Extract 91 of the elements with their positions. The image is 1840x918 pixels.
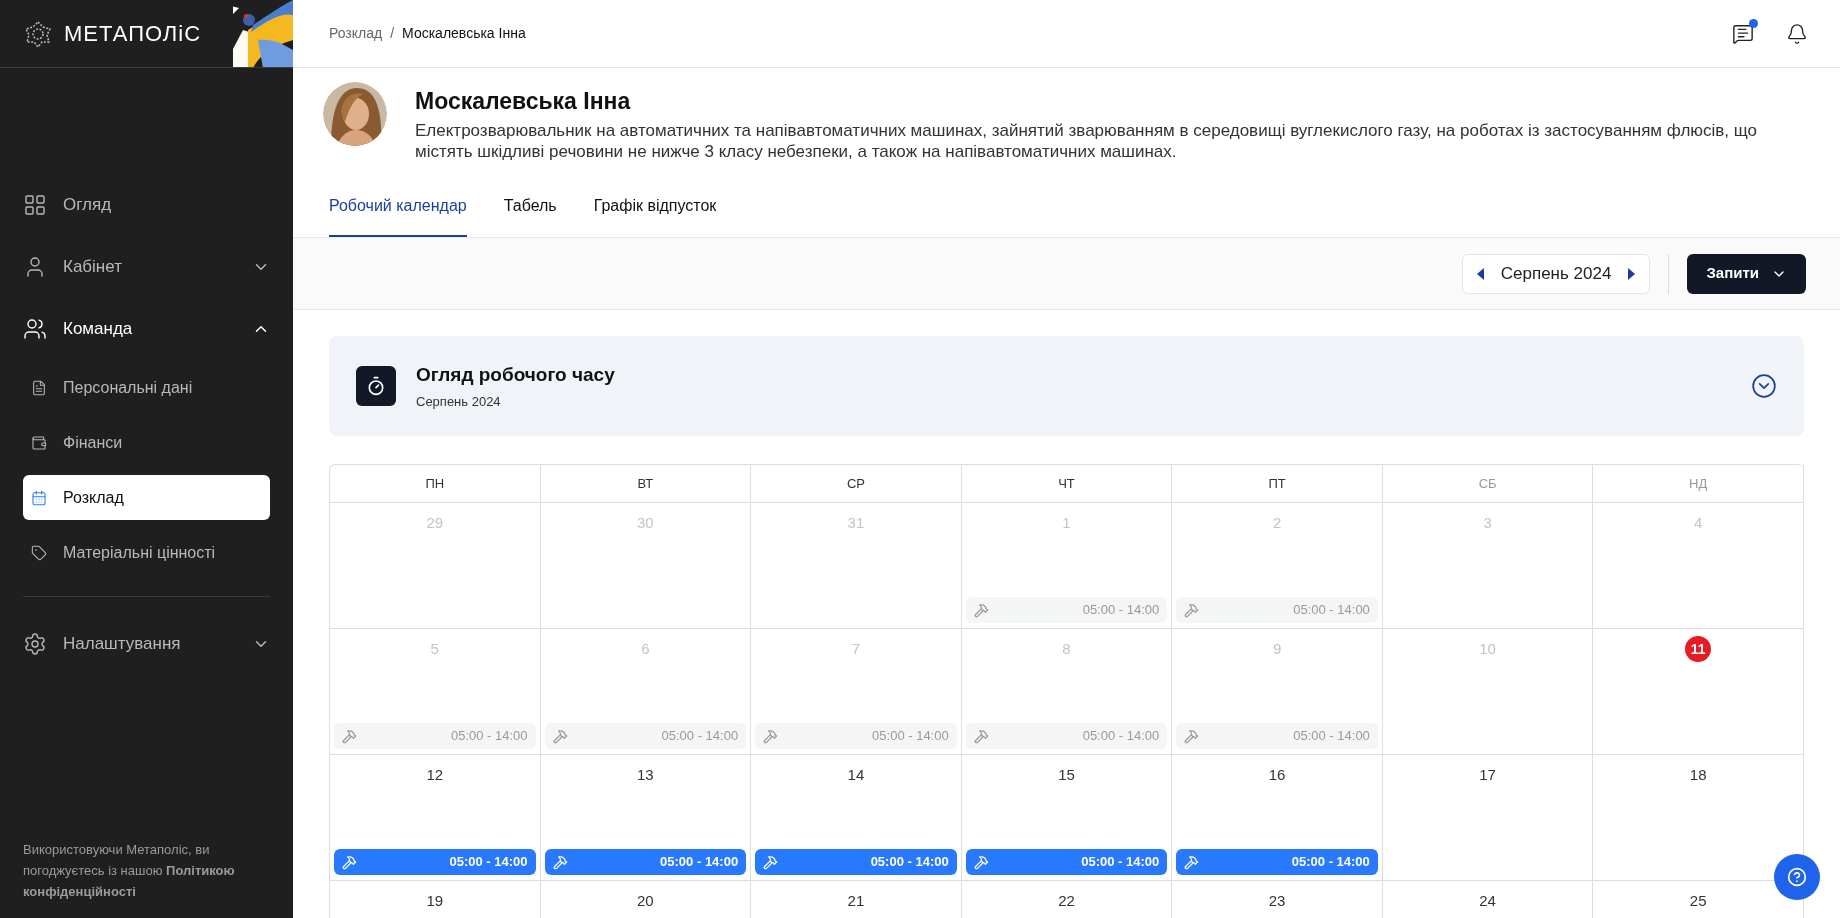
sidebar-item[interactable]: Огляд	[23, 174, 270, 236]
day-number: 7	[851, 638, 861, 659]
logo-text: МЕТАПОЛіС	[64, 20, 202, 48]
hammer-icon	[552, 854, 568, 870]
hammer-icon	[973, 854, 989, 870]
day-number: 30	[637, 512, 654, 533]
day-number: 23	[1268, 890, 1286, 911]
today-badge: 11	[1685, 636, 1712, 662]
help-icon	[1787, 867, 1807, 887]
day-number: 5	[430, 638, 439, 659]
wallet-icon	[31, 434, 47, 451]
day-number: 4	[1694, 512, 1703, 533]
hammer-icon	[342, 854, 357, 870]
day-number: 29	[426, 512, 444, 533]
weekday-header: ПТ	[1268, 474, 1286, 493]
sidebar-subitem[interactable]: Персональні дані	[23, 365, 270, 410]
day-number: 1	[1062, 512, 1071, 533]
grid-icon	[23, 193, 47, 217]
day-number: 20	[637, 890, 654, 911]
day-number: 19	[426, 890, 444, 911]
day-number: 2	[1272, 512, 1282, 533]
hammer-icon	[973, 602, 989, 618]
messages-icon	[1732, 22, 1754, 45]
day-number: 9	[1272, 638, 1282, 659]
weekday-header: СР	[846, 474, 865, 493]
sidebar-subitem[interactable]: Розклад	[23, 475, 270, 520]
shift-bar[interactable]: 05:00 - 14:00	[1176, 849, 1378, 875]
sidebar-subitem[interactable]: Матеріальні цінності	[23, 530, 270, 575]
next-month-icon[interactable]	[1627, 267, 1636, 280]
breadcrumb[interactable]: Розклад	[329, 23, 383, 44]
breadcrumb-separator: /	[390, 24, 395, 43]
hammer-icon	[1184, 854, 1200, 870]
overview-card[interactable]: Огляд робочого часу Серпень 2024	[329, 336, 1804, 436]
day-number: 31	[847, 512, 865, 533]
shift-bar[interactable]: 05:00 - 14:00	[965, 849, 1168, 875]
sidebar-item[interactable]: Кабінет	[23, 236, 270, 298]
hammer-icon	[973, 728, 989, 744]
day-number: 13	[637, 764, 654, 785]
timer-icon	[366, 376, 386, 396]
settings-icon	[23, 632, 47, 656]
weekday-header: ВТ	[637, 474, 654, 493]
overview-subtitle: Серпень 2024	[416, 392, 502, 411]
shift-bar[interactable]: 05:00 - 14:00	[334, 849, 536, 875]
day-number: 16	[1268, 764, 1286, 785]
day-number: 21	[847, 890, 865, 911]
tag-icon	[31, 544, 47, 561]
day-number: 15	[1058, 764, 1075, 785]
day-number: 14	[847, 764, 865, 785]
hammer-icon	[1184, 728, 1200, 744]
day-number: 6	[641, 638, 650, 659]
hammer-icon	[763, 728, 779, 744]
users-icon	[23, 317, 47, 341]
breadcrumb: Москалевська Інна	[402, 24, 526, 43]
privacy-notice: Використовуючи Метаполіс, ви погоджуєтесь із нашою Політикою конфіденційності	[22, 841, 236, 901]
day-number: 3	[1483, 512, 1492, 533]
day-number: 24	[1479, 890, 1496, 911]
day-number: 25	[1689, 890, 1707, 911]
month-switcher[interactable]: Серпень 2024	[1461, 253, 1651, 294]
day-number: 22	[1058, 890, 1075, 911]
document-icon	[31, 379, 47, 396]
requests-button[interactable]: Запити	[1687, 253, 1806, 294]
expand-icon[interactable]	[1751, 373, 1777, 399]
day-number: 12	[426, 764, 444, 785]
weekday-header: НД	[1689, 474, 1708, 493]
hammer-icon	[1184, 602, 1200, 618]
logo-icon	[24, 19, 52, 48]
shift-bar[interactable]: 05:00 - 14:00	[544, 849, 747, 875]
weekday-header: ЧТ	[1058, 474, 1075, 493]
tab[interactable]: Графік відпусток	[593, 194, 717, 237]
day-number: 10	[1479, 638, 1496, 659]
previous-month-icon[interactable]	[1476, 267, 1485, 280]
day-number: 18	[1689, 764, 1707, 785]
hammer-icon	[552, 728, 568, 744]
sidebar-item[interactable]: Команда	[23, 298, 270, 360]
weekday-header: СБ	[1478, 474, 1497, 493]
employee-name: Москалевська Інна	[415, 87, 632, 116]
calendar-icon	[31, 489, 47, 506]
job-description: Електрозварювальник на автоматичних та напівавтоматичних машинах, зайнятий зварюванням в середовищі вуглекислого газу, на роботах із застосуванням флюсів, що містять шкідливі речовини не нижче 3 класу небезпеки, а також на напівавтоматичних машинах.	[415, 120, 1759, 162]
month-label: Серпень 2024	[1500, 262, 1612, 285]
day-number: 17	[1479, 764, 1496, 785]
tab[interactable]: Табель	[503, 194, 557, 237]
day-number: 8	[1062, 638, 1071, 659]
hammer-icon	[342, 728, 357, 744]
shift-bar[interactable]: 05:00 - 14:00	[755, 849, 957, 875]
help-button[interactable]	[1774, 854, 1820, 900]
weekday-header: ПН	[425, 474, 445, 493]
sidebar-item[interactable]: Налаштування	[23, 613, 270, 675]
sidebar-subitem[interactable]: Фінанси	[23, 420, 270, 465]
hammer-icon	[763, 854, 779, 870]
overview-title: Огляд робочого часу	[416, 363, 616, 387]
notifications-icon[interactable]	[1786, 22, 1808, 45]
